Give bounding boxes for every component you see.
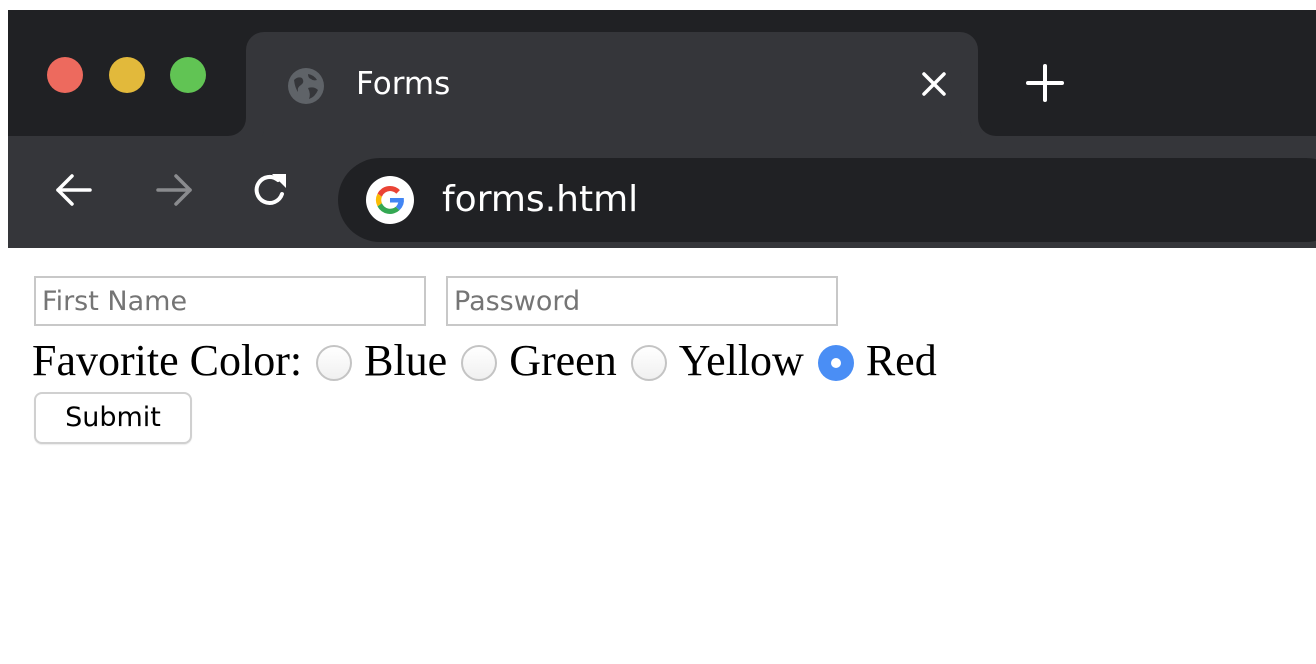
toolbar: forms.html (8, 136, 1316, 248)
plus-icon[interactable] (1024, 62, 1066, 104)
radio-label-yellow: Yellow (678, 335, 804, 385)
radio-label-red: Red (865, 335, 937, 385)
address-bar[interactable]: forms.html (338, 158, 1316, 242)
reload-icon[interactable] (248, 168, 292, 212)
window-close-button[interactable] (47, 57, 83, 93)
arrow-right-icon[interactable] (152, 168, 196, 212)
radio-label-blue: Blue (364, 335, 448, 385)
window-minimize-button[interactable] (109, 57, 145, 93)
tab-title: Forms (356, 66, 451, 102)
arrow-left-icon[interactable] (52, 168, 96, 212)
globe-icon (288, 68, 324, 104)
radio-red[interactable] (817, 345, 854, 381)
page-content: Favorite Color: Blue Green Yellow Red Su… (8, 248, 1316, 664)
tab-strip: Forms (8, 10, 1316, 136)
browser-window: Forms forms.html First Name Favorite Col… (8, 10, 1316, 664)
radio-yellow[interactable] (630, 345, 667, 381)
submit-button[interactable]: Submit (34, 392, 192, 444)
google-g-icon (366, 176, 414, 224)
close-icon[interactable] (920, 70, 948, 98)
favorite-color-group: Favorite Color: Blue Green Yellow Red (32, 332, 937, 388)
radio-green[interactable] (461, 345, 498, 381)
window-zoom-button[interactable] (170, 57, 206, 93)
favorite-color-label: Favorite Color: (32, 335, 303, 385)
password-input[interactable] (446, 276, 838, 326)
tab-forms[interactable]: Forms (246, 32, 978, 136)
radio-label-green: Green (509, 335, 617, 385)
first-name-input[interactable] (34, 276, 426, 326)
address-text: forms.html (442, 179, 639, 220)
radio-blue[interactable] (316, 345, 353, 381)
